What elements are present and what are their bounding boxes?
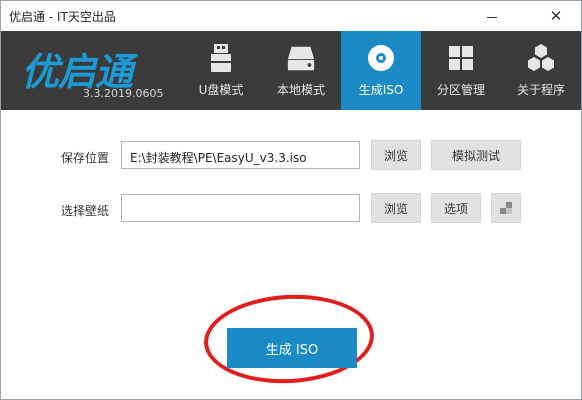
tab-label: 本地模式: [276, 83, 325, 97]
browse-save-button[interactable]: 浏览: [371, 140, 421, 170]
disc-icon: [366, 43, 396, 73]
tab-label: 分区管理: [436, 83, 485, 97]
tab-label: U盘模式: [198, 83, 244, 97]
hexagons-icon: [526, 43, 556, 73]
image-preview-icon: [500, 202, 512, 214]
simulate-test-button[interactable]: 模拟测试: [431, 140, 521, 170]
wallpaper-preview-button[interactable]: [491, 193, 521, 223]
generate-iso-button[interactable]: 生成 ISO: [227, 328, 357, 368]
save-location-input[interactable]: E:\封装教程\PE\EasyU_v3.3.iso: [121, 141, 360, 169]
hard-disk-icon: [286, 43, 316, 73]
header-bar: 优启通 3.3.2019.0605 U盘模式 本地模式 生成ISO 分区管理 关…: [1, 31, 581, 110]
close-button[interactable]: ✕: [533, 1, 579, 31]
title-bar: 优启通 - IT天空出品 ✕: [1, 1, 581, 31]
app-window: 优启通 - IT天空出品 ✕ 优启通 3.3.2019.0605 U盘模式 本地…: [0, 0, 582, 400]
close-icon: ✕: [549, 7, 563, 25]
partition-grid-icon: [446, 43, 476, 73]
wallpaper-label: 选择壁纸: [61, 204, 110, 218]
minimize-button[interactable]: [469, 1, 515, 31]
tab-about[interactable]: 关于程序: [501, 31, 581, 110]
tab-usb-mode[interactable]: U盘模式: [181, 31, 261, 110]
window-title: 优启通 - IT天空出品: [9, 10, 116, 24]
version-label: 3.3.2019.0605: [83, 87, 164, 100]
tab-partition-manager[interactable]: 分区管理: [421, 31, 501, 110]
save-location-label: 保存位置: [61, 151, 110, 165]
browse-wallpaper-button[interactable]: 浏览: [371, 193, 421, 223]
options-button[interactable]: 选项: [431, 193, 481, 223]
tab-local-mode[interactable]: 本地模式: [261, 31, 341, 110]
wallpaper-input[interactable]: [121, 194, 360, 222]
usb-drive-icon: [206, 43, 236, 73]
tab-label: 生成ISO: [358, 83, 404, 97]
tab-label: 关于程序: [516, 83, 565, 97]
minimize-icon: [487, 16, 497, 18]
tab-generate-iso[interactable]: 生成ISO: [341, 31, 421, 110]
